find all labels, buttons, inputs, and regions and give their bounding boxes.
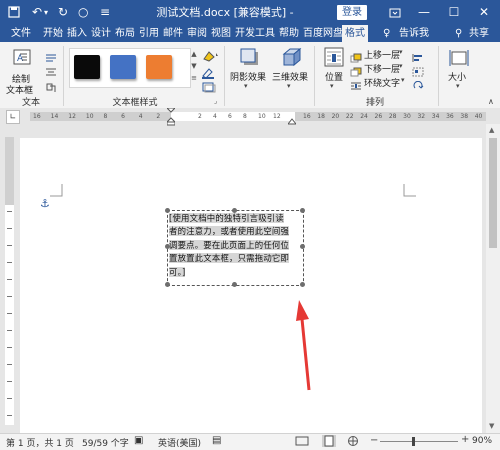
language[interactable]: 英语(美国) [158,436,201,449]
page-count[interactable]: 第 1 页，共 1 页 [6,436,74,449]
zoom-level[interactable]: 90% [472,436,492,446]
print-layout-icon[interactable] [322,435,336,447]
word-count[interactable]: 59/59 个字 [82,436,129,449]
focus-mode-icon[interactable] [295,435,309,447]
proofing-icon[interactable]: ▣ [134,435,143,446]
zoom-in-icon[interactable]: + [461,434,469,445]
scroll-up-icon[interactable]: ▲ [489,126,494,134]
zoom-slider-thumb[interactable] [412,437,415,446]
web-layout-icon[interactable] [346,435,360,447]
zoom-slider[interactable] [380,441,458,442]
red-arrow-icon [296,300,311,391]
vertical-scrollbar[interactable]: ▲ ▼ [486,124,500,433]
macro-icon[interactable]: ▤ [212,435,221,446]
zoom-out-icon[interactable]: − [370,435,378,446]
scroll-down-icon[interactable]: ▼ [489,422,494,430]
scroll-thumb[interactable] [489,138,497,248]
status-bar: 第 1 页，共 1 页 59/59 个字 ▣ 英语(美国) ▤ − + 90% [0,433,500,450]
